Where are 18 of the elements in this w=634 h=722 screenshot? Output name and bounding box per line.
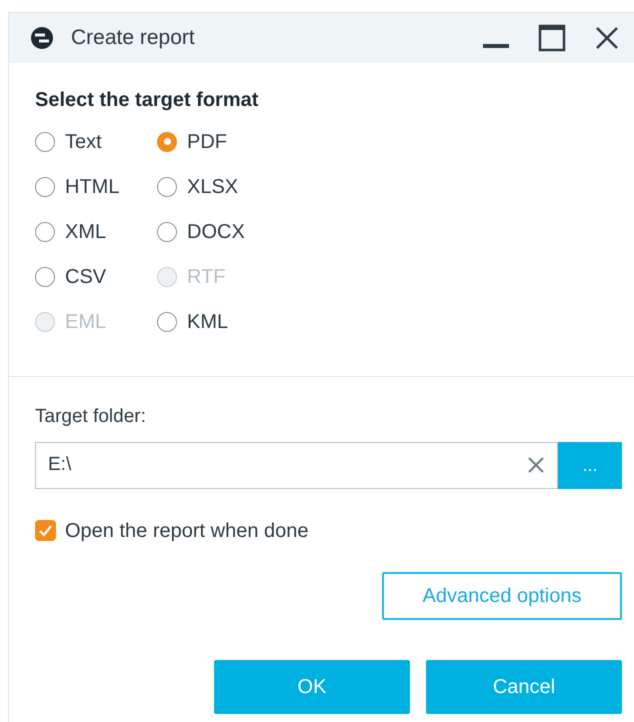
format-radio[interactable]: DOCX <box>157 209 297 254</box>
window-title: Create report <box>71 25 195 52</box>
format-radio[interactable]: PDF <box>157 119 297 164</box>
open-report-checkbox[interactable]: Open the report when done <box>35 516 622 546</box>
clear-icon[interactable] <box>527 456 545 474</box>
format-radio[interactable]: KML <box>157 299 297 344</box>
format-radio[interactable]: CSV <box>35 254 157 299</box>
app-logo-icon <box>29 26 55 50</box>
format-radio[interactable]: XML <box>35 209 157 254</box>
maximize-icon[interactable] <box>538 24 566 52</box>
field-label: Target folder: <box>35 405 147 429</box>
section-heading: Select the target format <box>35 88 260 113</box>
folder-input-field[interactable]: E:\ <box>35 442 558 488</box>
format-radio[interactable]: XLSX <box>157 164 297 209</box>
format-radio[interactable]: Text <box>35 119 157 164</box>
close-icon[interactable] <box>594 25 620 51</box>
checkmark-icon <box>38 523 53 538</box>
format-radio[interactable]: HTML <box>35 164 157 209</box>
